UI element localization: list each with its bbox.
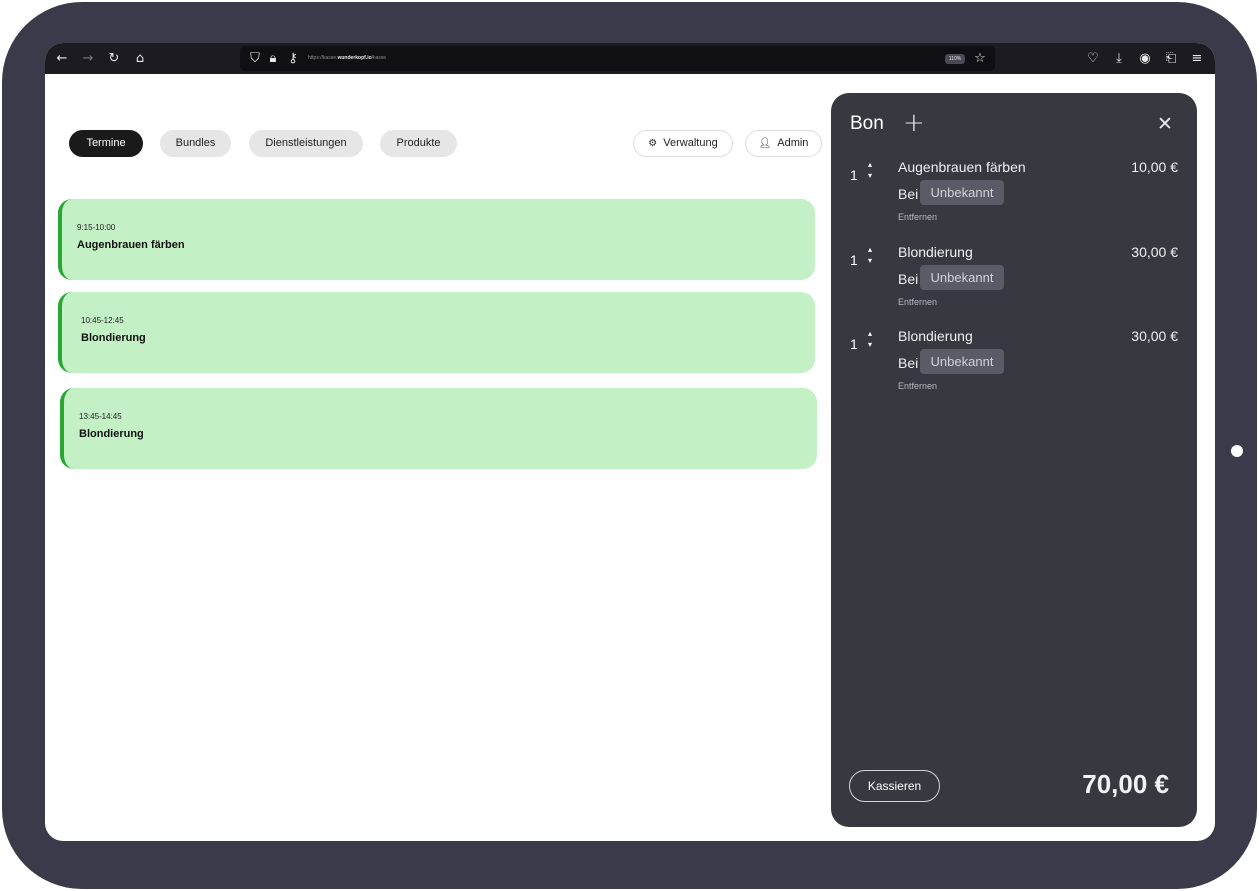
pocket-icon[interactable]: ♡	[1084, 43, 1102, 74]
appointment-time: 10:45-12:45	[81, 316, 124, 325]
shield-icon[interactable]: ⛉	[246, 43, 264, 74]
chevron-up-icon[interactable]: ▴	[868, 160, 872, 169]
item-quantity: 1	[850, 167, 858, 183]
item-bei-label: Bei	[898, 186, 919, 202]
item-quantity: 1	[850, 336, 858, 352]
appointment-time: 13:45-14:45	[79, 412, 122, 421]
extensions-icon[interactable]: ⎗	[1162, 43, 1180, 74]
bon-title: Bon	[850, 113, 884, 134]
total-amount: 70,00 €	[1082, 769, 1169, 799]
checkout-label: Kassieren	[867, 779, 922, 793]
appointment-time: 9:15-10:00	[77, 223, 116, 232]
browser-toolbar: ← → ↻ ⌂ ⛉ 🔒︎ ⚷ https://kasse.wunderkopf.…	[45, 43, 1215, 74]
quantity-stepper[interactable]: ▴ ▾	[864, 244, 876, 266]
item-name: Blondierung	[898, 244, 973, 260]
chevron-up-icon[interactable]: ▴	[868, 329, 872, 338]
home-icon[interactable]: ⌂	[131, 43, 149, 74]
bon-item: 1 ▴ ▾ Blondierung 30,00 € Bei Unbekannt E…	[831, 244, 1197, 324]
verwaltung-button[interactable]: ⚙ Verwaltung	[633, 130, 733, 157]
arrow-left-icon[interactable]: ←	[53, 43, 71, 74]
tab-label: Produkte	[396, 137, 441, 149]
quantity-stepper[interactable]: ▴ ▾	[864, 328, 876, 350]
staff-select[interactable]: Unbekannt	[920, 180, 1004, 205]
item-name: Augenbrauen färben	[898, 159, 1026, 175]
download-icon[interactable]: ⤓	[1110, 43, 1128, 74]
appointment-title: Blondierung	[81, 332, 146, 344]
quantity-stepper[interactable]: ▴ ▾	[864, 159, 876, 181]
chevron-down-icon[interactable]: ▾	[868, 256, 872, 265]
url-bar[interactable]: ⛉ 🔒︎ ⚷ https://kasse.wunderkopf.io/kasse…	[240, 46, 995, 71]
chevron-down-icon[interactable]: ▾	[868, 340, 872, 349]
appointment-card[interactable]: 13:45-14:45 Blondierung	[60, 388, 817, 469]
remove-link[interactable]: Entfernen	[898, 297, 937, 307]
checkout-button[interactable]: Kassieren	[849, 770, 940, 802]
zoom-badge[interactable]: 110%	[945, 54, 965, 64]
reload-icon[interactable]: ↻	[105, 43, 123, 74]
bon-item: 1 ▴ ▾ Blondierung 30,00 € Bei Unbekannt E…	[831, 328, 1197, 408]
account-icon[interactable]: ◉	[1136, 43, 1154, 74]
lock-icon[interactable]: 🔒︎	[264, 43, 282, 74]
appointment-title: Blondierung	[79, 428, 144, 440]
chevron-down-icon[interactable]: ▾	[868, 171, 872, 180]
tab-dienstleistungen[interactable]: Dienstleistungen	[249, 130, 363, 157]
tab-label: Termine	[86, 137, 126, 149]
staff-select[interactable]: Unbekannt	[920, 349, 1004, 374]
tab-bundles[interactable]: Bundles	[160, 130, 231, 157]
gear-icon: ⚙	[648, 138, 658, 149]
item-bei-label: Bei	[898, 271, 919, 287]
arrow-right-icon[interactable]: →	[79, 43, 97, 74]
item-price: 10,00 €	[1131, 159, 1178, 175]
appointment-title: Augenbrauen färben	[77, 239, 185, 251]
tab-termine[interactable]: Termine	[69, 130, 143, 157]
admin-label: Admin	[777, 137, 809, 149]
key-icon[interactable]: ⚷	[284, 43, 302, 74]
admin-button[interactable]: 👤︎ Admin	[745, 130, 822, 157]
item-bei-label: Bei	[898, 355, 919, 371]
menu-icon[interactable]: ≡	[1188, 43, 1206, 74]
tab-label: Dienstleistungen	[265, 137, 347, 149]
item-quantity: 1	[850, 252, 858, 268]
user-icon: 👤︎	[758, 138, 772, 149]
item-price: 30,00 €	[1131, 328, 1178, 344]
appointment-card[interactable]: 9:15-10:00 Augenbrauen färben	[58, 199, 815, 280]
star-icon[interactable]: ☆	[971, 43, 989, 74]
remove-link[interactable]: Entfernen	[898, 381, 937, 391]
screen: ← → ↻ ⌂ ⛉ 🔒︎ ⚷ https://kasse.wunderkopf.…	[45, 43, 1215, 841]
tab-label: Bundles	[175, 137, 216, 149]
chevron-up-icon[interactable]: ▴	[868, 245, 872, 254]
appointment-card[interactable]: 10:45-12:45 Blondierung	[58, 292, 815, 373]
remove-link[interactable]: Entfernen	[898, 212, 937, 222]
tab-produkte[interactable]: Produkte	[380, 130, 457, 157]
item-name: Blondierung	[898, 328, 973, 344]
bon-item: 1 ▴ ▾ Augenbrauen färben 10,00 € Bei Unbe…	[831, 159, 1197, 239]
plus-icon[interactable]: +	[903, 108, 925, 138]
bon-panel: Bon + ✕ 1 ▴ ▾ Augenbrauen färben 10,00 € …	[831, 93, 1197, 827]
staff-select[interactable]: Unbekannt	[920, 265, 1004, 290]
item-price: 30,00 €	[1131, 244, 1178, 260]
tablet-home-button[interactable]	[1231, 445, 1243, 457]
verwaltung-label: Verwaltung	[663, 137, 718, 149]
url-text: https://kasse.wunderkopf.io/kasse	[308, 55, 387, 61]
close-icon[interactable]: ✕	[1157, 112, 1173, 136]
